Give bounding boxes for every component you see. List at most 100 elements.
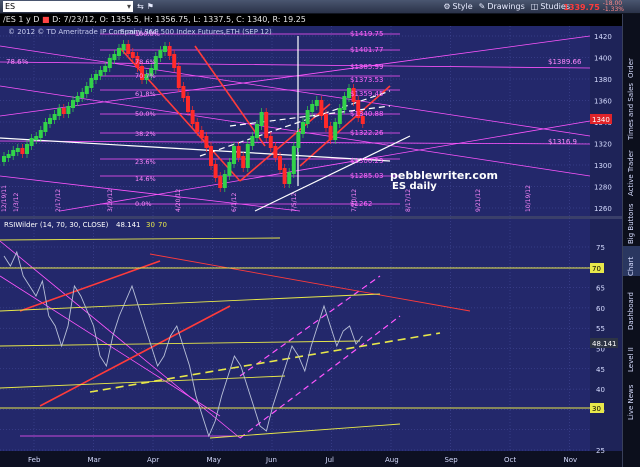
fib-percent-label: 14.6%	[135, 175, 156, 183]
tab-order-label: Order	[627, 58, 635, 78]
candle-body	[287, 172, 292, 184]
tab-chart-label: Chart	[627, 256, 635, 276]
candle-body	[222, 174, 227, 188]
candle-body	[333, 122, 338, 140]
style-button[interactable]: ⚙ Style	[443, 2, 472, 11]
fib-level-label: $1300.23	[350, 157, 383, 165]
price-change: -18.00 -1.33%	[603, 1, 624, 13]
candle-body	[278, 156, 282, 170]
tab-live-news[interactable]: Live News	[623, 374, 640, 420]
candle-body	[52, 114, 57, 120]
drawings-button[interactable]: ✎ Drawings	[479, 2, 525, 11]
candle-body	[172, 54, 177, 68]
rsi-tick-label: 45	[596, 366, 605, 374]
date-mark-label: 12/19/11	[1, 185, 8, 212]
tab-times-and-sales-label: Times and Sales	[627, 82, 635, 140]
flag-icon[interactable]: ⚑	[147, 2, 154, 11]
candle-body	[245, 144, 250, 168]
symbol-dropdown-icon[interactable]: ▾	[127, 1, 133, 12]
fib-percent-label: 0.0%	[135, 200, 152, 208]
candle-body	[342, 96, 347, 110]
candle-body	[167, 46, 172, 56]
side-fib-percent: 78.6%	[6, 58, 29, 66]
candle-body	[310, 104, 315, 112]
rsi-study-label[interactable]: RSIWilder (14, 70, 30, CLOSE)	[4, 221, 109, 229]
chart-area[interactable]: © 2012 © TD Ameritrade IP Company, Inc. …	[0, 26, 622, 467]
pencil-icon: ✎	[478, 2, 486, 11]
date-mark-label: 2/17/12	[55, 189, 62, 212]
price-tick-label: 1320	[594, 141, 612, 149]
candle-body	[296, 132, 301, 148]
candle-body	[15, 148, 20, 152]
fib-level-label: $1359.45	[350, 90, 383, 98]
candle-body	[11, 150, 16, 156]
quote-info-bar: /ES 1 y D ■ D: 7/23/12, O: 1355.5, H: 13…	[0, 14, 622, 26]
candle-body	[227, 162, 232, 176]
fib-level-label: $1322.26	[350, 129, 384, 137]
candle-body	[273, 146, 278, 158]
candle-body	[34, 136, 39, 140]
tab-big-buttons[interactable]: Big Buttons	[623, 198, 640, 244]
chart-toolbar: ES ▾ ⇆ ⚑ ⚙ Style ✎ Drawings ◫ Studies 1339.…	[0, 0, 640, 14]
side-level-label: $1389.66	[548, 58, 582, 66]
candle-body	[38, 130, 43, 138]
candle-body	[112, 54, 117, 60]
price-tick-label: 1280	[594, 184, 612, 192]
rsi-70-tag-text: 70	[592, 265, 601, 273]
symbol-value: ES	[5, 2, 16, 11]
rsi-value-tag-text: 48.141	[592, 340, 617, 348]
tab-chart[interactable]: Chart	[623, 246, 640, 276]
candle-body	[282, 168, 287, 184]
month-label: Jun	[265, 456, 277, 464]
candle-body	[268, 136, 273, 148]
date-mark-label: 9/21/12	[475, 189, 482, 212]
right-sidebar: Order Times and Sales Active Trader Big …	[622, 14, 640, 467]
candle-body	[48, 118, 52, 124]
candle-body	[25, 144, 29, 154]
tab-active-trader[interactable]: Active Trader	[623, 142, 640, 196]
change-percent: -1.33%	[602, 6, 624, 13]
fib-percent-label: 70.7%	[135, 72, 156, 80]
fib-level-label: $1373.53	[350, 76, 383, 84]
fib-percent-label: 50.0%	[135, 110, 156, 118]
rsi-overbought-value: 30	[146, 221, 155, 229]
link-icon[interactable]: ⇆	[137, 2, 144, 11]
rsi-axis	[590, 219, 622, 451]
candle-body	[2, 156, 6, 162]
candle-body	[121, 44, 126, 50]
fib-level-label: $1385.99	[350, 63, 383, 71]
price-tick-label: 1380	[594, 76, 612, 84]
date-mark-label: 8/17/12	[405, 189, 412, 212]
tab-level-ii[interactable]: Level II	[623, 332, 640, 372]
rsi-study-value: 48.141	[116, 221, 141, 229]
tab-dashboard[interactable]: Dashboard	[623, 280, 640, 330]
last-price: 1339.75 -18.00 -1.33%	[563, 0, 624, 14]
candle-body	[195, 122, 200, 132]
rsi-30-tag-text: 30	[592, 405, 601, 413]
info-open: O: 1355.5	[99, 15, 139, 24]
candle-body	[337, 108, 342, 124]
date-mark-label: 3/19/12	[107, 189, 114, 212]
studies-icon: ◫	[530, 2, 539, 11]
month-label: Feb	[28, 456, 41, 464]
symbol-input[interactable]: ES ▾	[3, 1, 133, 12]
date-mark-label: 10/19/12	[525, 185, 532, 212]
fib-level-label: $1419.75	[350, 30, 383, 38]
candle-body	[236, 146, 241, 158]
tab-times-and-sales[interactable]: Times and Sales	[623, 78, 640, 140]
tab-live-news-label: Live News	[627, 384, 635, 420]
date-mark-label: 7/20/12	[351, 189, 358, 212]
info-marker: ■	[42, 15, 50, 24]
style-label: Style	[452, 2, 473, 11]
fib-percent-label: 78.6%	[135, 58, 156, 66]
tab-order[interactable]: Order	[623, 20, 640, 78]
candle-body	[94, 74, 98, 80]
info-range: R: 19.25	[272, 15, 306, 24]
gear-icon: ⚙	[443, 2, 451, 11]
info-close: C: 1340	[236, 15, 268, 24]
candle-body	[89, 78, 94, 88]
fib-percent-label: 61.8%	[135, 90, 156, 98]
candle-body	[6, 154, 11, 158]
month-label: May	[207, 456, 221, 464]
candle-body	[186, 96, 190, 112]
